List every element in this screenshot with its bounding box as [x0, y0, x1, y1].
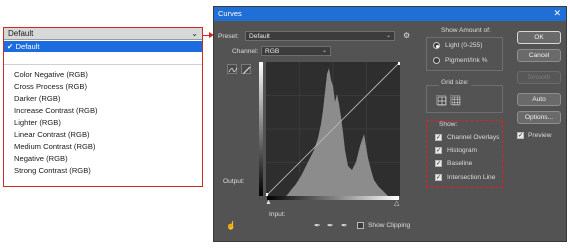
pencil-icon: [243, 66, 251, 75]
preset-list-separator: [4, 64, 202, 65]
light-label: Light (0-255): [445, 42, 483, 49]
ok-button[interactable]: OK: [517, 31, 561, 44]
show-clipping-label: Show Clipping: [368, 222, 411, 229]
preset-dropdown-header[interactable]: Default ⌄: [4, 28, 202, 40]
gray-eyedropper-icon[interactable]: ✒: [327, 221, 334, 230]
curves-dialog: Curves ✕ Preset: Default ⌄ ⚙ Channel: RG…: [213, 6, 567, 242]
input-label: Input:: [269, 211, 286, 218]
show-title: Show:: [439, 121, 458, 128]
histogram-label: Histogram: [447, 147, 478, 154]
pigment-radio[interactable]: [433, 57, 440, 64]
channel-select-value: RGB: [265, 48, 280, 55]
light-radio[interactable]: [433, 42, 440, 49]
preset-item[interactable]: Strong Contrast (RGB): [4, 165, 202, 176]
on-image-adjust-icon[interactable]: ☝: [226, 221, 236, 230]
preset-item[interactable]: Linear Contrast (RGB): [4, 129, 202, 140]
output-label: Output:: [223, 178, 245, 185]
auto-button[interactable]: Auto: [517, 93, 561, 106]
black-point-slider[interactable]: ▲: [265, 199, 272, 206]
options-button[interactable]: Options...: [517, 111, 561, 124]
checkmark-icon: ✓: [436, 175, 442, 181]
checkmark-icon: ✓: [436, 135, 442, 141]
input-gradient-bar: [267, 196, 399, 200]
pencil-tool[interactable]: [241, 64, 251, 75]
dialog-titlebar: Curves ✕: [214, 7, 566, 21]
preview-checkbox[interactable]: ✓: [517, 132, 524, 139]
preset-dropdown-list[interactable]: Default ⌄ ✔ Default Color Negative (RGB)…: [3, 27, 203, 187]
curve-graph[interactable]: [266, 62, 400, 196]
preset-item[interactable]: Lighter (RGB): [4, 117, 202, 128]
checkmark-icon: ✓: [518, 133, 524, 139]
grid-4-button[interactable]: [436, 95, 447, 106]
preview-label: Preview: [528, 132, 552, 139]
curve-endpoint-white[interactable]: [398, 62, 400, 65]
chevron-down-icon: ⌄: [385, 33, 391, 39]
checkmark-icon: ✓: [436, 148, 442, 154]
white-eyedropper-icon[interactable]: ✒: [341, 221, 348, 230]
preset-dropdown-current: Default: [8, 29, 34, 38]
grid-10-button[interactable]: [450, 95, 461, 106]
preset-item[interactable]: Color Negative (RGB): [4, 69, 202, 80]
pigment-label: Pigment/Ink %: [445, 57, 488, 64]
preset-item[interactable]: Medium Contrast (RGB): [4, 141, 202, 152]
preset-item-default[interactable]: ✔ Default: [4, 41, 202, 52]
show-amount-title: Show Amount of:: [439, 27, 493, 34]
curve-point-icon: [228, 67, 238, 73]
gear-icon[interactable]: ⚙: [403, 31, 410, 40]
histogram-checkbox[interactable]: ✓: [435, 147, 442, 154]
channel-select[interactable]: RGB ⌄: [261, 46, 331, 56]
checkmark-icon: ✓: [436, 161, 442, 167]
chevron-down-icon: ⌄: [191, 29, 198, 38]
white-point-slider[interactable]: △: [394, 199, 399, 207]
baseline-checkbox[interactable]: ✓: [435, 160, 442, 167]
channel-label: Channel:: [232, 48, 259, 55]
channel-overlays-checkbox[interactable]: ✓: [435, 134, 442, 141]
preset-item[interactable]: Negative (RGB): [4, 153, 202, 164]
preset-select[interactable]: Default ⌄: [245, 31, 395, 41]
curve-endpoint-black[interactable]: [266, 193, 268, 196]
close-icon[interactable]: ✕: [553, 8, 561, 19]
grid-10-icon: [451, 96, 461, 106]
preset-label: Preset:: [218, 33, 239, 40]
preset-select-value: Default: [249, 33, 270, 40]
smooth-button[interactable]: Smooth: [517, 71, 561, 84]
dialog-title: Curves: [218, 9, 242, 18]
intersection-line-checkbox[interactable]: ✓: [435, 174, 442, 181]
cancel-button[interactable]: Cancel: [517, 49, 561, 62]
chevron-down-icon: ⌄: [321, 48, 327, 54]
preset-item-label: Default: [15, 42, 40, 51]
intersection-line-label: Intersection Line: [447, 174, 496, 181]
black-eyedropper-icon[interactable]: ✒: [314, 221, 321, 230]
preset-item[interactable]: Darker (RGB): [4, 93, 202, 104]
curve-point-tool[interactable]: [227, 64, 238, 74]
grid-4-icon: [437, 96, 447, 106]
channel-overlays-label: Channel Overlays: [447, 134, 500, 141]
output-gradient-bar: [259, 62, 263, 196]
preset-item[interactable]: Increase Contrast (RGB): [4, 105, 202, 116]
grid-size-title: Grid size:: [439, 79, 471, 86]
preset-item[interactable]: Cross Process (RGB): [4, 81, 202, 92]
baseline-label: Baseline: [447, 160, 473, 167]
show-clipping-checkbox[interactable]: [357, 222, 364, 229]
